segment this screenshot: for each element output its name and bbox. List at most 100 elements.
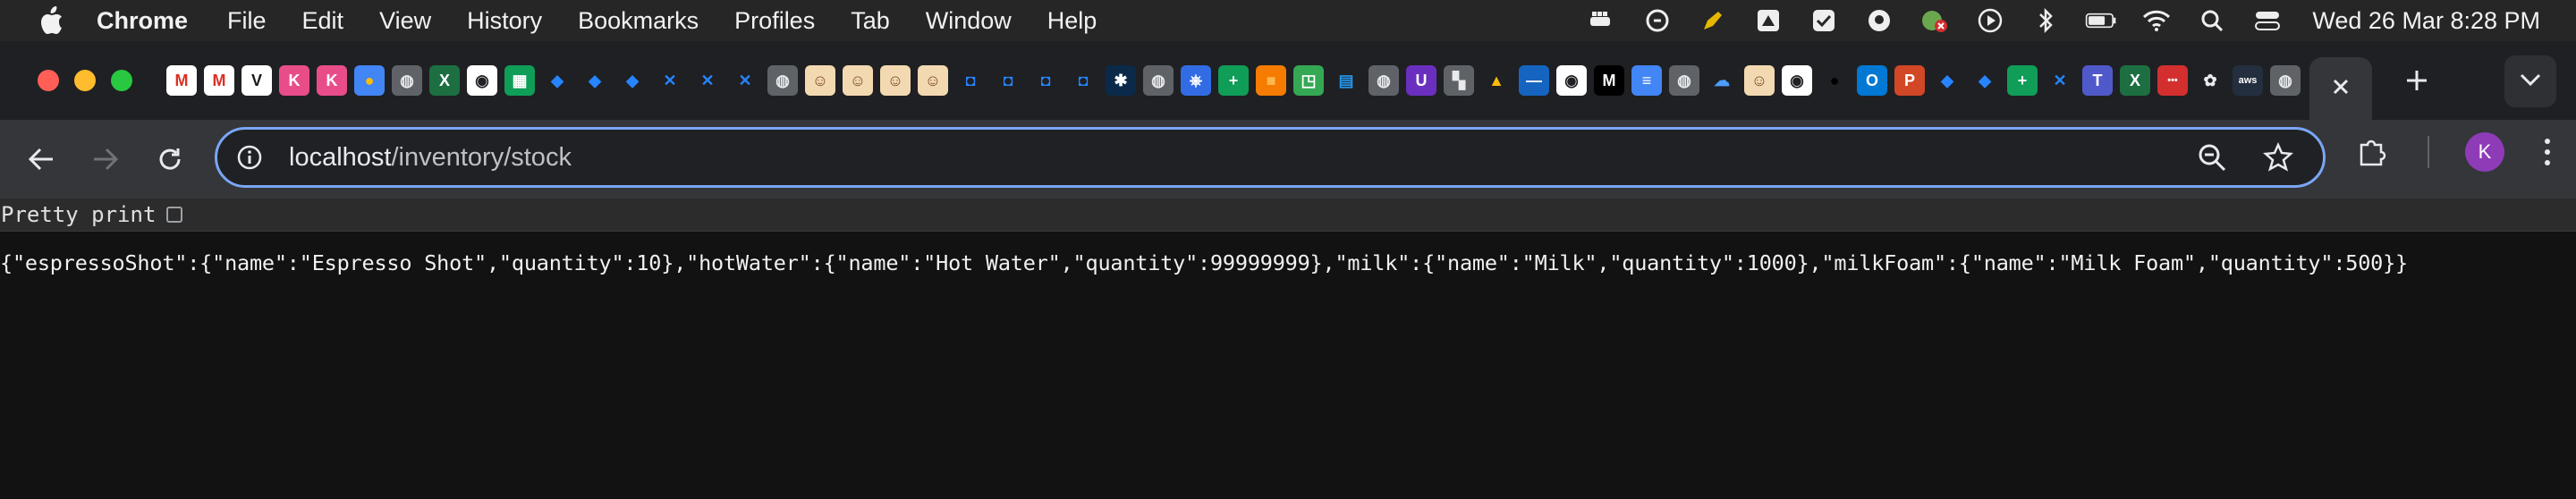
purple-icon[interactable]: U: [1406, 65, 1436, 96]
menu-view[interactable]: View: [379, 7, 431, 35]
orange-cube-icon[interactable]: ■: [1256, 65, 1286, 96]
docker-status-icon[interactable]: [1586, 4, 1618, 37]
more-menu-icon[interactable]: [2540, 132, 2555, 172]
close-window-button[interactable]: [38, 70, 59, 91]
minus-icon[interactable]: —: [1519, 65, 1549, 96]
jenkins-icon[interactable]: ☺: [1744, 65, 1775, 96]
address-bar[interactable]: localhost/inventory/stock: [215, 127, 2326, 188]
jenkins-icon[interactable]: ☺: [880, 65, 911, 96]
active-tab[interactable]: [2309, 57, 2372, 120]
jira-icon[interactable]: ◆: [542, 65, 572, 96]
extensions-puzzle-icon[interactable]: [2352, 132, 2392, 172]
github-icon[interactable]: ◉: [1556, 65, 1587, 96]
plus-icon[interactable]: +: [1218, 65, 1249, 96]
close-tab-icon[interactable]: [2331, 77, 2351, 101]
gray-icon[interactable]: ▚: [1444, 65, 1474, 96]
confluence-icon[interactable]: ✕: [655, 65, 685, 96]
reload-button[interactable]: [145, 134, 195, 184]
globe-icon[interactable]: ◍: [767, 65, 798, 96]
extension-status-icon[interactable]: [1919, 4, 1951, 37]
jenkins-icon[interactable]: ☺: [805, 65, 835, 96]
jira-icon[interactable]: ◆: [1970, 65, 2000, 96]
jira-icon[interactable]: ◆: [1932, 65, 1962, 96]
menu-file[interactable]: File: [227, 7, 267, 35]
drive-status-icon[interactable]: [1752, 4, 1784, 37]
github-icon[interactable]: ◉: [1782, 65, 1812, 96]
docker-icon[interactable]: ▤: [1331, 65, 1361, 96]
check-status-icon[interactable]: [1808, 4, 1840, 37]
jira-icon[interactable]: ◆: [617, 65, 648, 96]
confluence-icon[interactable]: ✕: [2045, 65, 2075, 96]
kubernetes-icon[interactable]: ⎈: [1181, 65, 1211, 96]
jenkins-icon[interactable]: ☺: [918, 65, 948, 96]
zoom-window-button[interactable]: [111, 70, 132, 91]
v-icon[interactable]: V: [242, 65, 272, 96]
tab-search-button[interactable]: [2504, 55, 2556, 107]
gmail-icon[interactable]: M: [204, 65, 234, 96]
battery-icon[interactable]: [2085, 4, 2117, 37]
outlook-icon[interactable]: O: [1857, 65, 1887, 96]
forward-button[interactable]: [80, 134, 131, 184]
sheets-icon[interactable]: ▦: [504, 65, 535, 96]
control-center-icon[interactable]: [2251, 4, 2284, 37]
powerpoint-icon[interactable]: P: [1894, 65, 1925, 96]
bitbucket-icon[interactable]: ◘: [1068, 65, 1098, 96]
aws-icon[interactable]: aws: [2233, 65, 2263, 96]
menu-window[interactable]: Window: [926, 7, 1012, 35]
globe-icon[interactable]: ◍: [2270, 65, 2301, 96]
mc-icon[interactable]: M: [1594, 65, 1624, 96]
bookmark-star-icon[interactable]: [2260, 140, 2296, 175]
excel-icon[interactable]: X: [429, 65, 460, 96]
docs-icon[interactable]: ≡: [1631, 65, 1662, 96]
url-text[interactable]: localhost/inventory/stock: [289, 143, 572, 173]
globe-icon[interactable]: ◍: [1368, 65, 1399, 96]
github-status-icon[interactable]: [1863, 4, 1895, 37]
menu-history[interactable]: History: [467, 7, 542, 35]
jenkins-icon[interactable]: ☺: [843, 65, 873, 96]
menu-tab[interactable]: Tab: [851, 7, 890, 35]
menu-edit[interactable]: Edit: [302, 7, 344, 35]
green-icon[interactable]: ◳: [1293, 65, 1324, 96]
bitbucket-icon[interactable]: ◘: [955, 65, 986, 96]
cloud-icon[interactable]: ☁: [1707, 65, 1737, 96]
klipfolio-icon[interactable]: K: [279, 65, 309, 96]
spotlight-search-icon[interactable]: [2196, 4, 2228, 37]
excel-icon[interactable]: X: [2120, 65, 2150, 96]
snowflake-icon[interactable]: ✱: [1106, 65, 1136, 96]
bitbucket-icon[interactable]: ◘: [993, 65, 1023, 96]
menubar-clock[interactable]: Wed 26 Mar 8:28 PM: [2312, 7, 2540, 35]
pen-status-icon[interactable]: [1697, 4, 1729, 37]
apple-icon[interactable]: [36, 5, 66, 36]
pretty-print-checkbox[interactable]: [166, 207, 183, 223]
minimize-window-button[interactable]: [74, 70, 96, 91]
globe-icon[interactable]: ◍: [392, 65, 422, 96]
confluence-icon[interactable]: ✕: [692, 65, 723, 96]
plus-icon[interactable]: +: [2007, 65, 2038, 96]
profile-avatar[interactable]: K: [2465, 132, 2504, 172]
play-status-icon[interactable]: [1974, 4, 2006, 37]
wifi-icon[interactable]: [2140, 4, 2173, 37]
back-button[interactable]: [16, 134, 66, 184]
globe-icon[interactable]: ◍: [1143, 65, 1174, 96]
openai-icon[interactable]: ✿: [2195, 65, 2225, 96]
gmail-icon[interactable]: M: [166, 65, 197, 96]
site-info-icon[interactable]: [233, 141, 266, 173]
new-tab-button[interactable]: [2399, 63, 2435, 98]
dots-icon[interactable]: •••: [2157, 65, 2188, 96]
menu-profiles[interactable]: Profiles: [734, 7, 815, 35]
menu-help[interactable]: Help: [1047, 7, 1097, 35]
drive-icon[interactable]: ▲: [1481, 65, 1512, 96]
github-icon[interactable]: ◉: [467, 65, 497, 96]
confluence-icon[interactable]: ✕: [730, 65, 760, 96]
menu-bookmarks[interactable]: Bookmarks: [578, 7, 699, 35]
globe-icon[interactable]: ◍: [1669, 65, 1699, 96]
colorful-icon[interactable]: ●: [354, 65, 385, 96]
zoom-out-icon[interactable]: [2194, 140, 2230, 175]
jira-icon[interactable]: ◆: [580, 65, 610, 96]
bitbucket-icon[interactable]: ◘: [1030, 65, 1061, 96]
dark-icon[interactable]: ●: [1819, 65, 1850, 96]
teams-icon[interactable]: T: [2082, 65, 2113, 96]
bluetooth-icon[interactable]: [2029, 4, 2062, 37]
klipfolio-icon[interactable]: K: [317, 65, 347, 96]
sync-status-icon[interactable]: [1641, 4, 1674, 37]
